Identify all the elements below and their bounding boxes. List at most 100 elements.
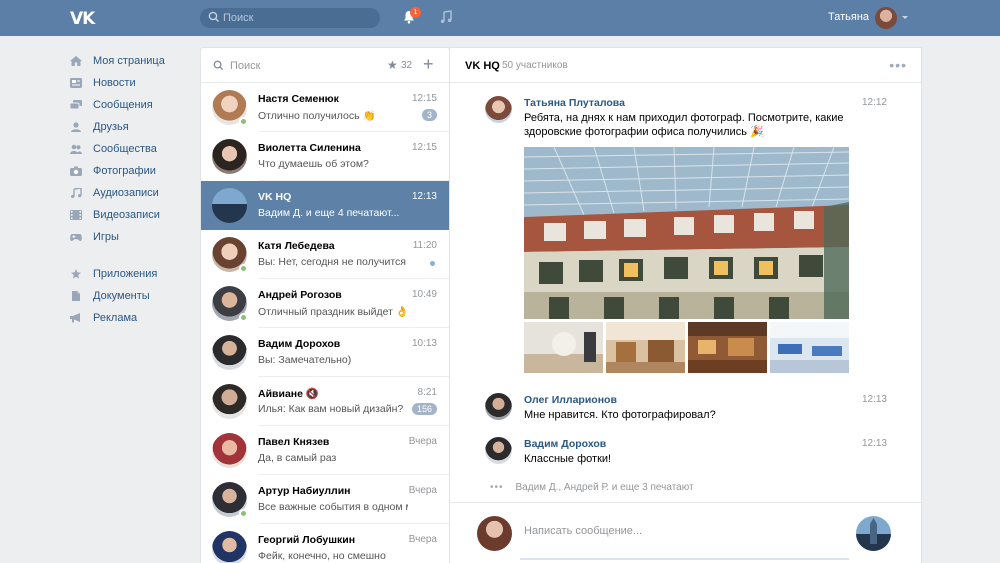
news-icon (70, 78, 82, 88)
dialog-row[interactable]: Виолетта Силенина Что думаешь об этом? 1… (201, 132, 449, 181)
message-input[interactable]: Написать сообщение... (524, 525, 642, 537)
dialog-name: Андрей Рогозов (258, 289, 342, 301)
nav-item-my-page[interactable]: Моя страница (70, 50, 195, 72)
dialog-name: Артур Набиуллин (258, 485, 351, 497)
photo-thumbnail[interactable] (770, 322, 849, 373)
avatar (212, 433, 247, 468)
user-avatar[interactable] (875, 7, 897, 29)
message-time: 12:12 (861, 97, 887, 108)
avatar (212, 335, 247, 370)
office-photo[interactable] (524, 147, 849, 319)
user-name[interactable]: Татьяна (828, 11, 869, 23)
avatar (212, 531, 247, 563)
input-underline (520, 558, 849, 560)
star-icon[interactable]: ★ (387, 58, 398, 72)
photo-image (770, 322, 849, 373)
top-bar: VK Поиск 1 Татьяна (0, 0, 1000, 36)
nav-label: Новости (93, 77, 136, 89)
favorites-count: 32 (401, 60, 413, 71)
chat-avatar[interactable] (856, 516, 891, 551)
message-author[interactable]: Вадим Дорохов (524, 438, 606, 450)
dialog-time: 12:15 (411, 142, 437, 153)
avatar[interactable] (485, 96, 512, 123)
star-icon (71, 269, 81, 279)
camera-icon (70, 166, 82, 176)
dialog-preview: Вы: Замечательно) (258, 354, 352, 366)
more-icon[interactable]: ••• (889, 57, 907, 73)
chat-avatar-image (856, 516, 891, 551)
message-author[interactable]: Олег Илларионов (524, 394, 617, 406)
dialog-row[interactable]: Андрей Рогозов Отличный праздник выйдет … (201, 279, 449, 328)
photo-thumbnail[interactable] (524, 322, 603, 373)
gamepad-icon (70, 234, 82, 241)
avatar[interactable] (485, 437, 512, 464)
video-icon (70, 210, 82, 220)
nav-item-communities[interactable]: Сообщества (70, 138, 195, 160)
dialog-time: 12:15 (411, 93, 437, 104)
nav-label: Документы (93, 290, 150, 302)
avatar (212, 188, 247, 223)
dialog-time: Вчера (408, 485, 437, 496)
dialog-preview: Фейк, конечно, но смешно (258, 550, 386, 562)
nav-item-messages[interactable]: Сообщения (70, 94, 195, 116)
nav-item-documents[interactable]: Документы (70, 285, 195, 307)
dialog-name: VK HQ (258, 191, 292, 203)
notification-badge: 1 (410, 7, 421, 18)
nav-item-friends[interactable]: Друзья (70, 116, 195, 138)
new-message-plus-icon[interactable]: + (423, 54, 434, 75)
dialog-row[interactable]: Георгий Лобушкин Фейк, конечно, но смешн… (201, 524, 449, 563)
dialog-time: Вчера (408, 534, 437, 545)
nav-item-ads[interactable]: Реклама (70, 307, 195, 329)
message-author[interactable]: Татьяна Плуталова (524, 97, 625, 109)
dialog-preview: Да, в самый раз (258, 452, 337, 464)
dialog-search-input[interactable]: Поиск (230, 60, 260, 72)
avatar (212, 139, 247, 174)
nav-item-photos[interactable]: Фотографии (70, 160, 195, 182)
chat-panel: VK HQ 50 участников ••• Татьяна Плуталов… (450, 48, 921, 563)
left-nav: Моя страница Новости Сообщения Друзья Со… (70, 50, 195, 329)
nav-label: Друзья (93, 121, 129, 133)
dialog-row[interactable]: Настя Семенюк Отлично получилось 👏 12:15… (201, 83, 449, 132)
dialog-time: 10:13 (411, 338, 437, 349)
photo-thumbnail[interactable] (688, 322, 767, 373)
nav-item-games[interactable]: Игры (70, 226, 195, 248)
nav-item-audio[interactable]: Аудиозаписи (70, 182, 195, 204)
global-search-input[interactable]: Поиск (200, 8, 380, 28)
avatar[interactable] (485, 393, 512, 420)
dialog-name: Павел Князев (258, 436, 330, 448)
message-text: Мне нравится. Кто фотографировал? (524, 409, 716, 421)
dialog-name: Георгий Лобушкин (258, 534, 356, 546)
dialog-time: 10:49 (411, 289, 437, 300)
dialog-preview: Отлично получилось 👏 (258, 110, 376, 122)
vk-logo[interactable]: VK (70, 9, 95, 29)
chevron-down-icon[interactable] (902, 16, 908, 19)
typing-indicator: ••• Вадим Д., Андрей Р. и еще 3 печатают (490, 482, 694, 493)
my-avatar[interactable] (477, 516, 512, 551)
nav-label: Реклама (93, 312, 138, 324)
nav-label: Сообщения (93, 99, 153, 111)
dialog-row[interactable]: Павел Князев Да, в самый раз Вчера (201, 426, 449, 475)
nav-label: Аудиозаписи (93, 187, 159, 199)
avatar (212, 384, 247, 419)
messages-icon (70, 100, 82, 110)
dialog-row[interactable]: Катя Лебедева Вы: Нет, сегодня не получи… (201, 230, 449, 279)
chat-members-count[interactable]: 50 участников (502, 60, 568, 71)
message-composer: Написать сообщение... (450, 502, 921, 563)
dialog-name: Настя Семенюк (258, 93, 339, 105)
music-icon[interactable] (440, 10, 452, 24)
dialog-row[interactable]: Вадим Дорохов Вы: Замечательно) 10:13 (201, 328, 449, 377)
nav-label: Фотографии (93, 165, 156, 177)
photo-thumbnail[interactable] (606, 322, 685, 373)
typing-dots-icon: ••• (490, 482, 504, 493)
nav-item-apps[interactable]: Приложения (70, 263, 195, 285)
dialog-row[interactable]: Артур Набиуллин Все важные события в одн… (201, 475, 449, 524)
message-time: 12:13 (861, 394, 887, 405)
dialog-time: Вчера (408, 436, 437, 447)
dialog-row-active[interactable]: VK HQ Вадим Д. и еще 4 печатают... 12:13 (201, 181, 449, 230)
nav-item-video[interactable]: Видеозаписи (70, 204, 195, 226)
search-icon (213, 60, 224, 71)
dialog-row[interactable]: Айвиане 🔇 Илья: Как вам новый дизайн? 8:… (201, 377, 449, 426)
nav-item-news[interactable]: Новости (70, 72, 195, 94)
dialog-search-bar: Поиск ★ 32 + (201, 48, 449, 83)
chat-title[interactable]: VK HQ (465, 60, 500, 72)
